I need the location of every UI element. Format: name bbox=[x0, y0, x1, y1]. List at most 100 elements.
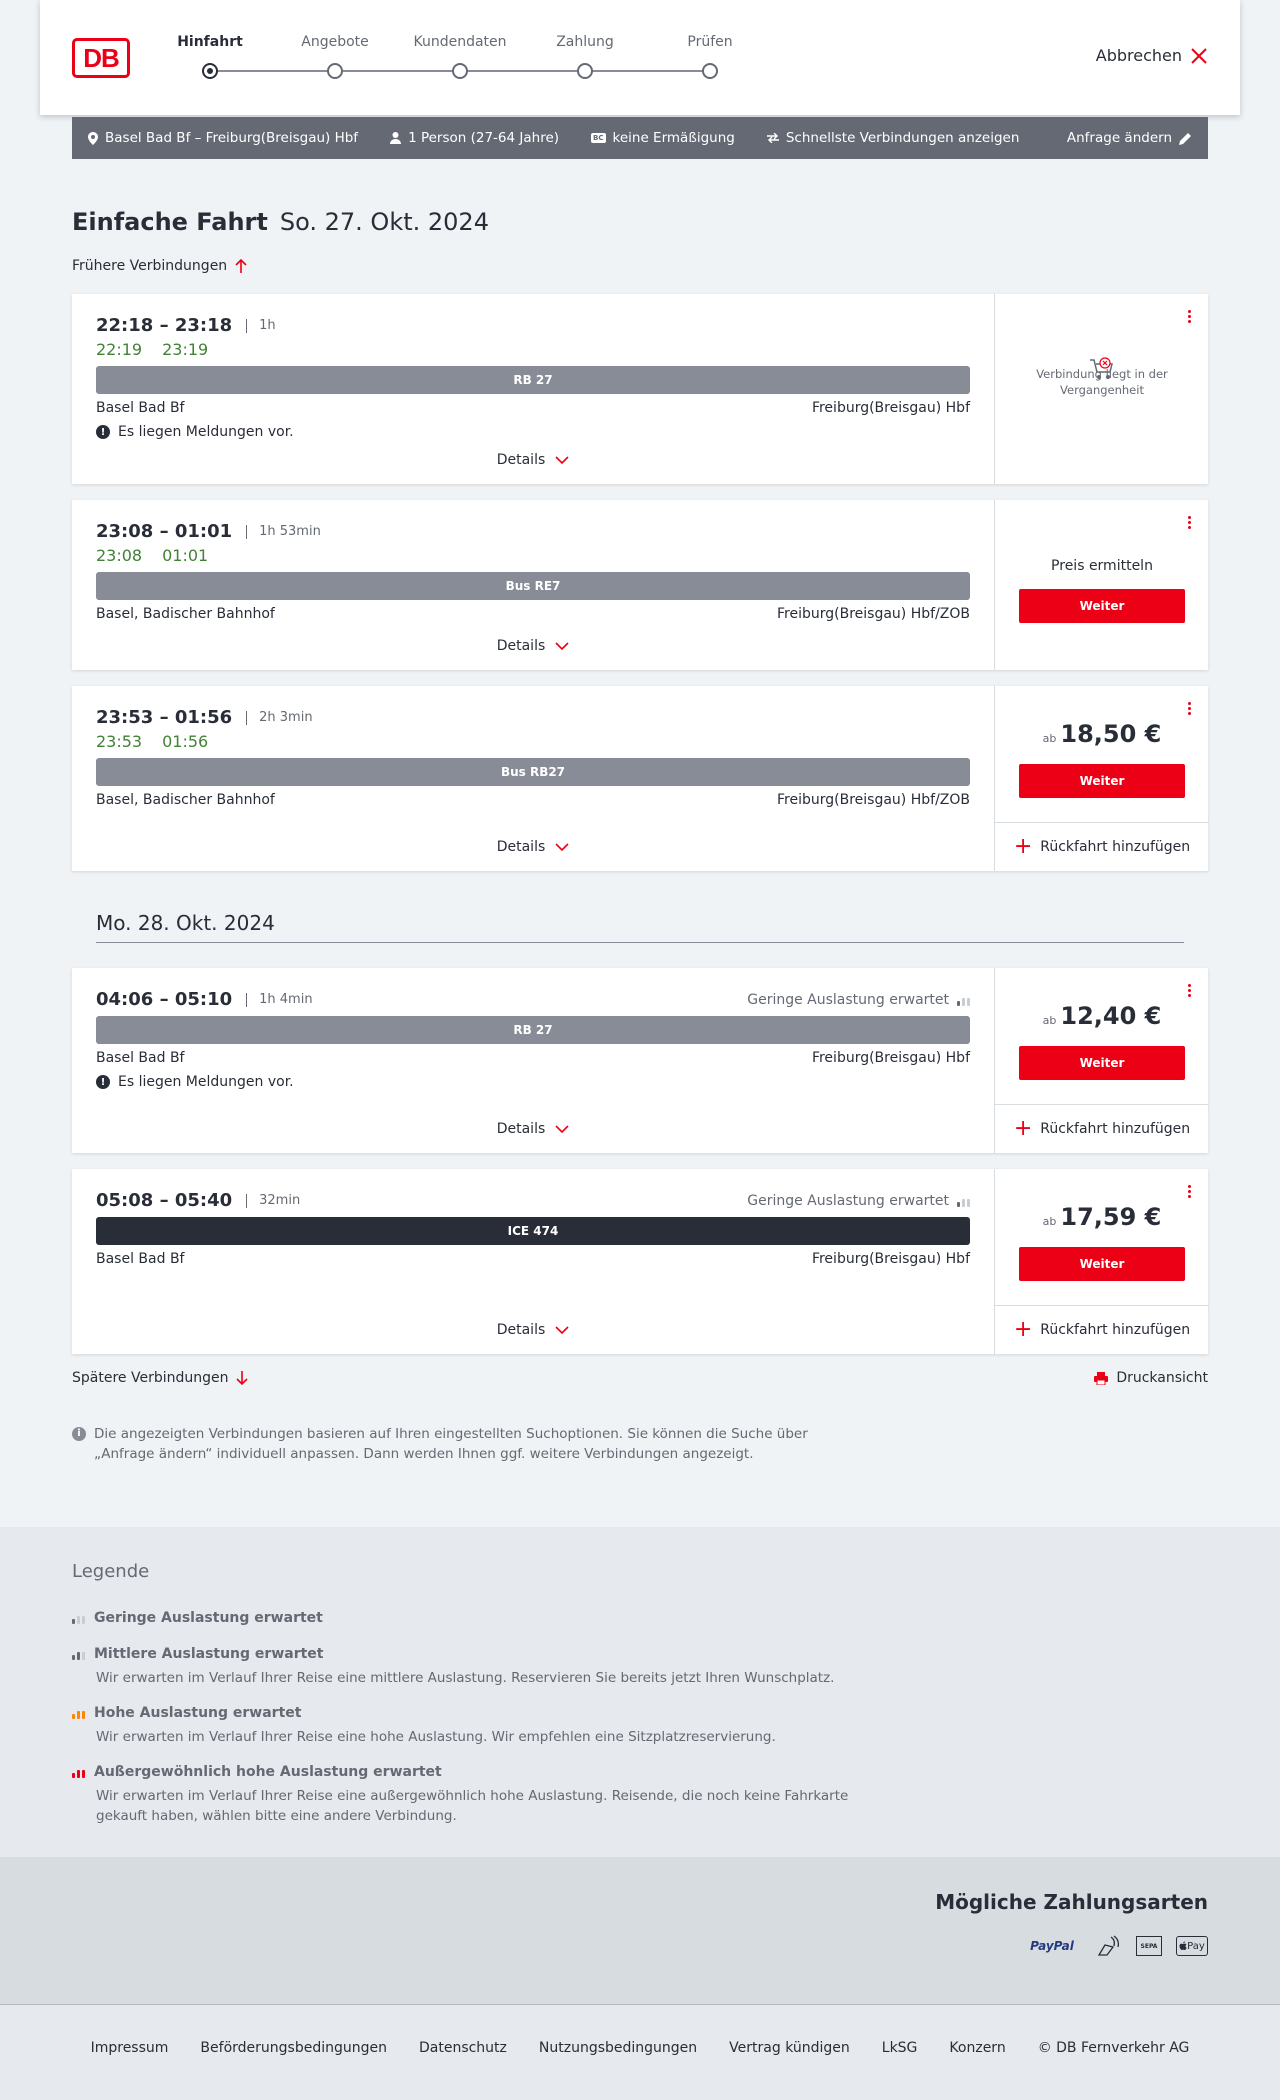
realtime-departure: 22:19 bbox=[96, 340, 143, 359]
more-options-icon[interactable] bbox=[1188, 984, 1192, 999]
cancel-button[interactable]: Abbrechen bbox=[1096, 46, 1208, 65]
db-logo[interactable]: DB bbox=[72, 38, 130, 78]
connection-summary[interactable]: 23:53 – 01:56 2h 3min 23:53 01:56 Bus RB27… bbox=[72, 686, 994, 871]
plus-icon: + bbox=[1013, 1115, 1033, 1141]
details-toggle[interactable]: Details bbox=[72, 638, 994, 654]
realtime-times: 22:19 23:19 bbox=[96, 340, 208, 359]
cancel-label: Abbrechen bbox=[1095, 46, 1182, 65]
departure-station: Basel, Badischer Bahnhof bbox=[96, 606, 275, 622]
footer-link-vertrag-kuendigen[interactable]: Vertrag kündigen bbox=[729, 2040, 850, 2056]
route-text: Basel Bad Bf – Freiburg(Breisgau) Hbf bbox=[105, 130, 359, 146]
later-connections-link[interactable]: Spätere Verbindungen bbox=[72, 1370, 249, 1386]
footer-link-nutzungsbedingungen[interactable]: Nutzungsbedingungen bbox=[539, 2040, 697, 2056]
duration: 1h 53min bbox=[259, 524, 321, 539]
card-contactless-icon bbox=[1096, 1935, 1122, 1957]
past-connection-text: Verbindung liegt in der Vergangenheit bbox=[1036, 367, 1168, 397]
footer-link-datenschutz[interactable]: Datenschutz bbox=[419, 2040, 507, 2056]
add-return-trip-button[interactable]: + Rückfahrt hinzufügen bbox=[995, 1305, 1209, 1353]
train-bar: Bus RE7 bbox=[96, 572, 970, 600]
more-options-icon[interactable] bbox=[1188, 310, 1192, 325]
details-toggle[interactable]: Details bbox=[72, 839, 994, 855]
time-range: 05:08 – 05:40 32min bbox=[96, 1190, 300, 1211]
price: ab 18,50 € bbox=[995, 720, 1209, 748]
details-toggle[interactable]: Details bbox=[72, 1121, 994, 1137]
continue-button[interactable]: Weiter bbox=[1019, 1247, 1185, 1281]
footer-link-befoerderungsbedingungen[interactable]: Beförderungsbedingungen bbox=[200, 2040, 387, 2056]
price: ab 12,40 € bbox=[995, 1002, 1209, 1030]
legend-item-title: Mittlere Auslastung erwartet bbox=[94, 1646, 324, 1662]
realtime-departure: 23:08 bbox=[96, 546, 143, 565]
apple-pay-logo: Pay bbox=[1176, 1936, 1208, 1956]
continue-button[interactable]: Weiter bbox=[1019, 589, 1185, 623]
route-summary[interactable]: Basel Bad Bf – Freiburg(Breisgau) Hbf bbox=[88, 130, 358, 146]
step-dot bbox=[452, 63, 468, 79]
arrival-station: Freiburg(Breisgau) Hbf bbox=[811, 400, 970, 416]
footer-links: Impressum Beförderungsbedingungen Datens… bbox=[0, 2040, 1280, 2056]
connection-summary[interactable]: 22:18 – 23:18 1h 22:19 23:19 RB 27 Basel B… bbox=[72, 294, 994, 484]
persons-text: 1 Person (27-64 Jahre) bbox=[408, 130, 560, 146]
step-dot bbox=[702, 63, 718, 79]
time-range: 23:53 – 01:56 2h 3min bbox=[96, 707, 313, 728]
realtime-departure: 23:53 bbox=[96, 732, 143, 751]
price-prefix: ab bbox=[1042, 1014, 1057, 1027]
chevron-down-icon bbox=[555, 843, 569, 851]
date-divider bbox=[96, 942, 1184, 943]
apple-pay-text: Pay bbox=[1187, 1940, 1205, 1952]
discount-summary[interactable]: BC keine Ermäßigung bbox=[591, 130, 735, 146]
fastest-summary[interactable]: Schnellste Verbindungen anzeigen bbox=[766, 130, 1020, 146]
notice: ! Es liegen Meldungen vor. bbox=[96, 424, 294, 440]
price-determine-text: Preis ermitteln bbox=[1051, 558, 1153, 574]
continue-button[interactable]: Weiter bbox=[1019, 1046, 1185, 1080]
print-view-link[interactable]: Druckansicht bbox=[1094, 1370, 1208, 1386]
add-return-trip-button[interactable]: + Rückfahrt hinzufügen bbox=[995, 1104, 1209, 1152]
legend-item-title: Außergewöhnlich hohe Auslastung erwartet bbox=[94, 1764, 442, 1780]
more-options-icon[interactable] bbox=[1188, 516, 1192, 531]
legend-item: Außergewöhnlich hohe Auslastung erwartet… bbox=[72, 1764, 892, 1826]
occupancy-high-icon bbox=[72, 1707, 85, 1719]
more-options-icon[interactable] bbox=[1188, 1185, 1192, 1200]
fastest-text: Schnellste Verbindungen anzeigen bbox=[785, 130, 1020, 146]
continue-button[interactable]: Weiter bbox=[1019, 764, 1185, 798]
details-label: Details bbox=[496, 839, 546, 855]
trip-date: So. 27. Okt. 2024 bbox=[279, 208, 489, 236]
occupancy-text: Geringe Auslastung erwartet bbox=[747, 1193, 949, 1209]
details-toggle[interactable]: Details bbox=[72, 1322, 994, 1338]
arrival-station: Freiburg(Breisgau) Hbf bbox=[811, 1050, 970, 1066]
train-bar: RB 27 bbox=[96, 1016, 970, 1044]
connection-summary[interactable]: 23:08 – 01:01 1h 53min 23:08 01:01 Bus RE7… bbox=[72, 500, 994, 670]
footer-link-impressum[interactable]: Impressum bbox=[91, 2040, 169, 2056]
person-icon bbox=[390, 132, 402, 144]
payment-methods: PayPal SEPA Pay bbox=[1022, 1935, 1208, 1957]
time-text: 04:06 – 05:10 bbox=[96, 989, 233, 1010]
details-toggle[interactable]: Details bbox=[72, 452, 994, 468]
swap-arrows-icon bbox=[766, 133, 779, 143]
connection-card: 05:08 – 05:40 32min Geringe Auslastung er… bbox=[72, 1169, 1209, 1354]
footer-link-konzern[interactable]: Konzern bbox=[949, 2040, 1005, 2056]
more-options-icon[interactable] bbox=[1188, 702, 1192, 717]
trip-type: Einfache Fahrt bbox=[72, 208, 268, 236]
booking-header: DB Hinfahrt Angebote Kundendaten Zahlung… bbox=[40, 0, 1240, 115]
chevron-down-icon bbox=[555, 1326, 569, 1334]
departure-station: Basel, Badischer Bahnhof bbox=[96, 792, 275, 808]
step-kundendaten: Kundendaten bbox=[413, 34, 507, 50]
earlier-connections-link[interactable]: Frühere Verbindungen bbox=[72, 258, 247, 274]
footer-link-lksg[interactable]: LkSG bbox=[882, 2040, 918, 2056]
printer-icon bbox=[1094, 1371, 1109, 1385]
legend-item-desc: Wir erwarten im Verlauf Ihrer Reise eine… bbox=[96, 1729, 776, 1745]
price-value: 12,40 € bbox=[1060, 1002, 1162, 1030]
chevron-down-icon bbox=[555, 642, 569, 650]
realtime-times: 23:53 01:56 bbox=[96, 732, 208, 751]
change-request-label: Anfrage ändern bbox=[1066, 130, 1172, 146]
legend-item: Geringe Auslastung erwartet bbox=[72, 1610, 892, 1626]
legend-title: Legende bbox=[72, 1561, 150, 1582]
departure-station: Basel Bad Bf bbox=[96, 1251, 185, 1267]
close-icon bbox=[1191, 47, 1207, 64]
legend-item: Hohe Auslastung erwartet Wir erwarten im… bbox=[72, 1705, 892, 1747]
connection-summary[interactable]: 05:08 – 05:40 32min Geringe Auslastung er… bbox=[72, 1169, 994, 1354]
notice-text: Es liegen Meldungen vor. bbox=[118, 424, 294, 440]
add-return-trip-button[interactable]: + Rückfahrt hinzufügen bbox=[995, 822, 1209, 870]
connection-summary[interactable]: 04:06 – 05:10 1h 4min Geringe Auslastung … bbox=[72, 968, 994, 1153]
change-request-button[interactable]: Anfrage ändern bbox=[1067, 130, 1192, 146]
persons-summary[interactable]: 1 Person (27-64 Jahre) bbox=[390, 130, 559, 146]
step-pruefen: Prüfen bbox=[687, 34, 733, 50]
